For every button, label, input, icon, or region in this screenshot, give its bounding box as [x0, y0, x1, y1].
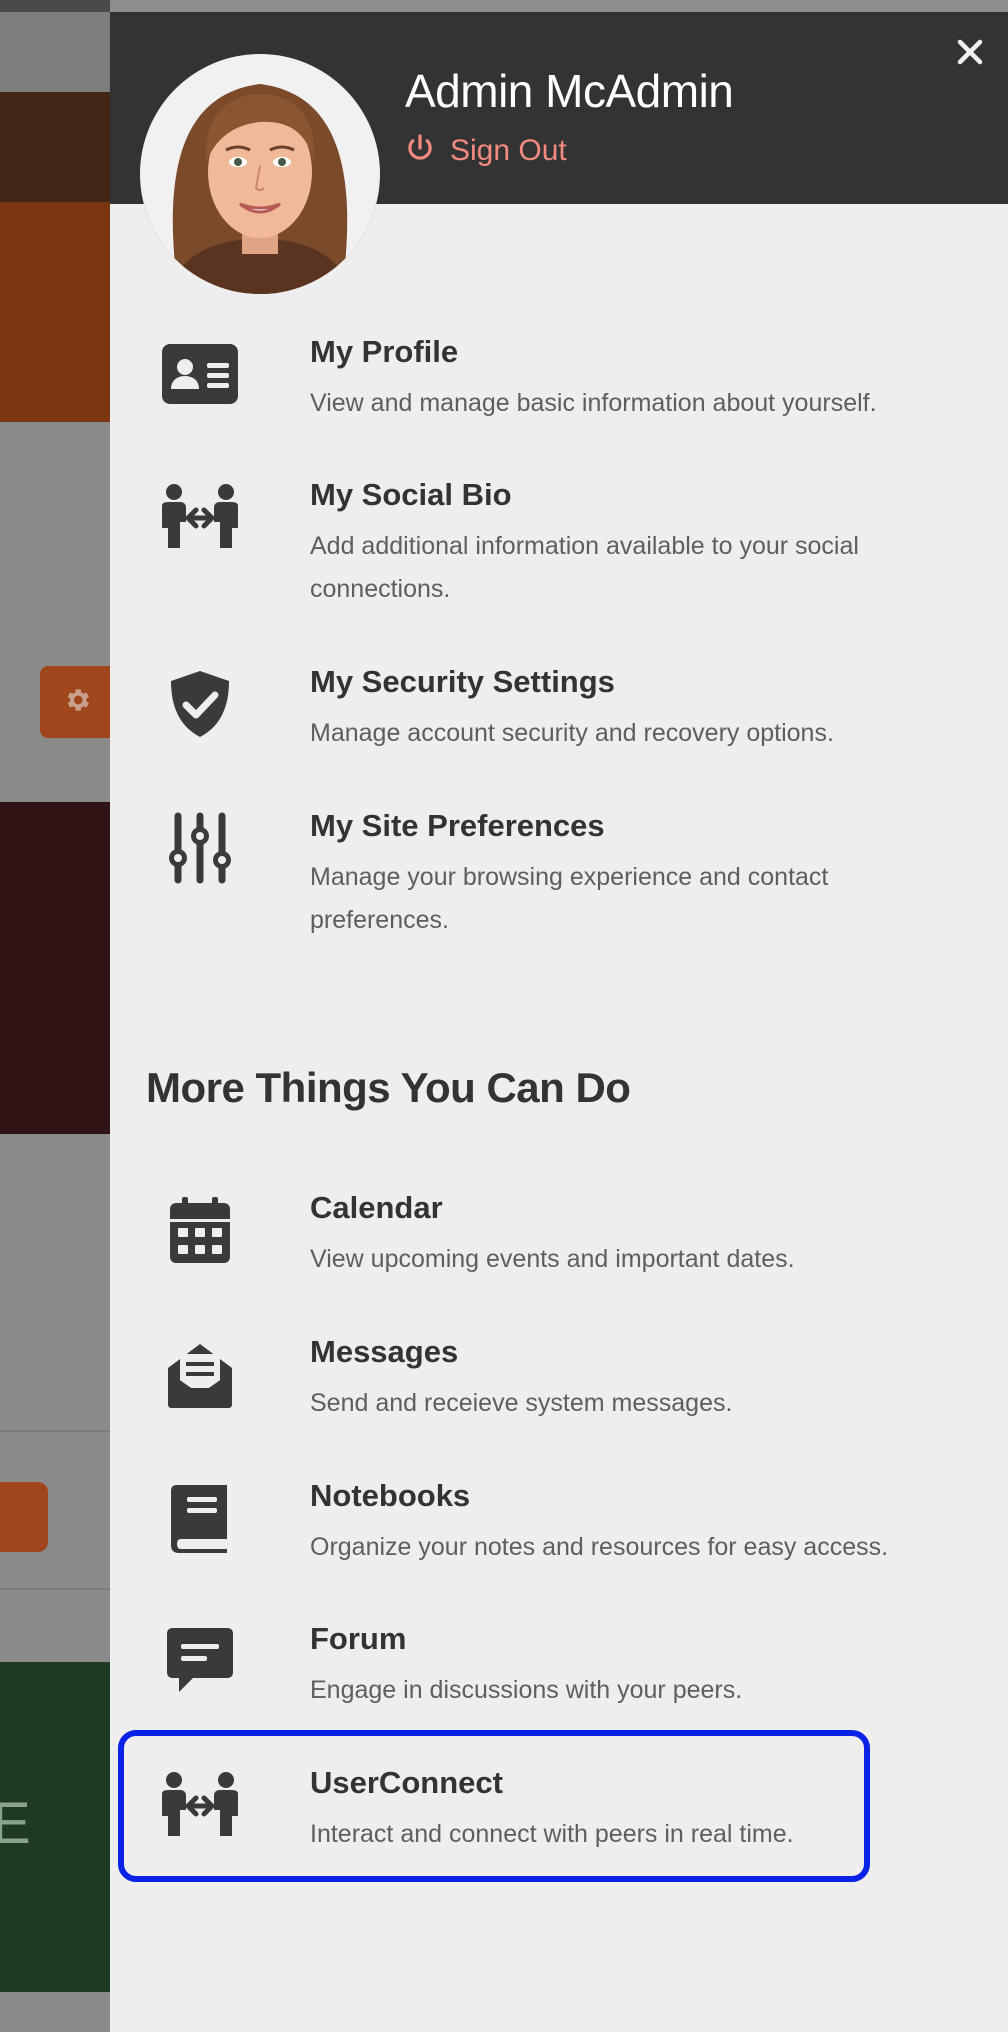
top-bar	[0, 0, 110, 12]
menu-item-title: My Social Bio	[310, 477, 512, 512]
section-title: More Things You Can Do	[146, 1064, 631, 1111]
menu-item-description: Engage in discussions with your peers.	[310, 1676, 743, 1704]
menu-item-my-site-preferences[interactable]: My Site Preferences Manage your browsing…	[120, 808, 874, 934]
menu-item-description: View upcoming events and important dates…	[310, 1245, 795, 1273]
avatar[interactable]	[140, 54, 380, 294]
settings-button[interactable]	[40, 666, 110, 738]
bg-orange-button[interactable]	[0, 1482, 48, 1552]
user-name: Admin McAdmin	[405, 65, 734, 117]
menu-item-title: Calendar	[310, 1190, 443, 1225]
bg-letter: E	[0, 1791, 31, 1856]
bg-content-2	[0, 1134, 110, 1432]
bg-header-strip	[0, 12, 110, 92]
power-icon	[404, 132, 436, 169]
menu-item-notebooks[interactable]: Notebooks Organize your notes and resour…	[120, 1478, 888, 1588]
menu-item-messages[interactable]: Messages Send and receieve system messag…	[120, 1334, 874, 1444]
bg-content-4	[0, 1590, 110, 1662]
close-icon	[955, 37, 985, 72]
menu-item-title: My Site Preferences	[310, 808, 605, 843]
bg-content	[0, 422, 110, 802]
menu-item-description: Send and receieve system messages.	[310, 1389, 733, 1417]
calendar-icon	[160, 1190, 240, 1270]
menu-item-title: Notebooks	[310, 1478, 471, 1513]
menu-item-title: Forum	[310, 1621, 407, 1656]
menu-item-my-profile[interactable]: My Profile View and manage basic informa…	[120, 334, 877, 444]
sign-out-link[interactable]: Sign Out	[404, 132, 567, 169]
menu-item-description: Manage your browsing experience and cont…	[310, 863, 829, 934]
menu-item-userconnect[interactable]: UserConnect Interact and connect with pe…	[120, 1765, 874, 1875]
close-button[interactable]	[950, 34, 990, 74]
menu-item-title: My Profile	[310, 334, 459, 369]
id-card-icon	[160, 334, 240, 414]
sliders-icon	[160, 808, 240, 888]
menu-item-calendar[interactable]: Calendar View upcoming events and import…	[120, 1190, 874, 1300]
sign-out-label: Sign Out	[450, 133, 567, 167]
user-drawer: Admin McAdmin Sign Out My Profile View a…	[110, 12, 1008, 2032]
menu-item-description: View and manage basic information about …	[310, 389, 877, 417]
envelope-open-icon	[160, 1334, 240, 1414]
message-icon	[160, 1621, 240, 1701]
menu-item-title: UserConnect	[310, 1765, 503, 1800]
menu-item-my-security-settings[interactable]: My Security Settings Manage account secu…	[120, 664, 874, 774]
menu-item-my-social-bio[interactable]: My Social Bio Add additional information…	[120, 477, 874, 627]
menu-item-description: Add additional information available to …	[310, 532, 859, 603]
gear-icon	[62, 685, 92, 720]
menu-item-title: Messages	[310, 1334, 459, 1369]
book-icon	[160, 1478, 240, 1558]
shield-check-icon	[160, 664, 240, 744]
bg-footer	[0, 1992, 110, 2032]
bg-dark-section	[0, 802, 110, 1134]
users-connect-icon	[160, 477, 240, 557]
bg-banner-dark	[0, 92, 110, 202]
menu-item-description: Organize your notes and resources for ea…	[310, 1533, 889, 1561]
menu-item-description: Interact and connect with peers in real …	[310, 1820, 794, 1848]
background-page: E	[0, 0, 110, 2032]
users-connect-icon	[160, 1765, 240, 1845]
bg-banner-orange	[0, 202, 110, 422]
menu-item-title: My Security Settings	[310, 664, 615, 699]
menu-item-description: Manage account security and recovery opt…	[310, 719, 834, 747]
menu-item-forum[interactable]: Forum Engage in discussions with your pe…	[120, 1621, 874, 1731]
